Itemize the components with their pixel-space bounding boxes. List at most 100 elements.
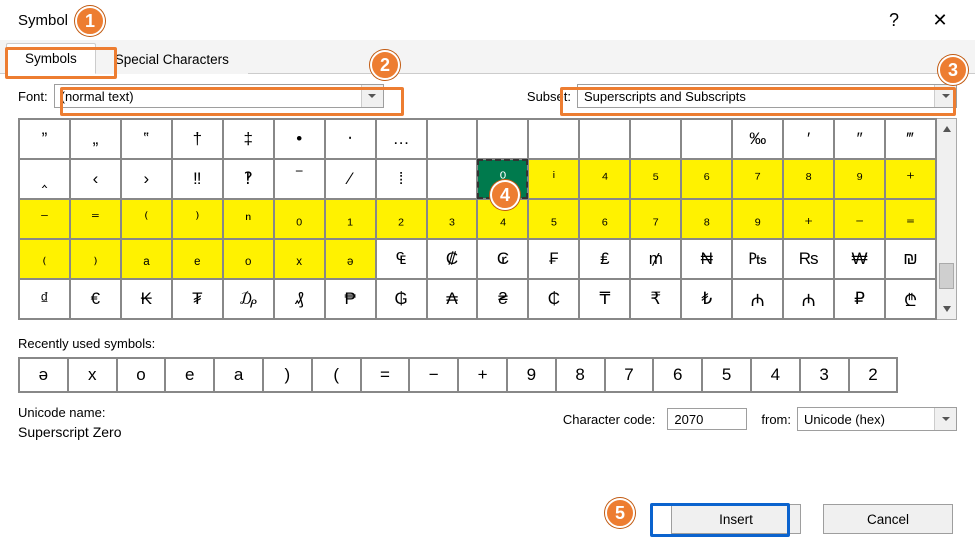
recent-cell[interactable]: 5 [702,358,751,392]
recent-cell[interactable]: e [165,358,214,392]
symbol-cell[interactable]: ₼ [732,279,783,319]
symbol-cell[interactable]: ₅ [528,199,579,239]
symbol-cell[interactable]: ‾ [274,159,325,199]
scroll-track[interactable] [937,139,956,299]
symbol-cell[interactable] [579,119,630,159]
symbol-cell[interactable]: ₂ [376,199,427,239]
font-combo[interactable]: (normal text) [54,84,384,108]
symbol-cell[interactable]: ⁼ [70,199,121,239]
symbol-cell[interactable]: ₍ [19,239,70,279]
symbol-cell[interactable]: ” [19,119,70,159]
symbol-cell[interactable]: ₱ [325,279,376,319]
symbol-cell[interactable]: ‟ [121,119,172,159]
symbol-cell[interactable]: ₌ [885,199,936,239]
recent-cell[interactable]: ə [19,358,68,392]
symbol-cell[interactable] [528,119,579,159]
symbol-cell[interactable]: ‹ [70,159,121,199]
symbol-cell[interactable]: ₔ [325,239,376,279]
symbol-cell[interactable] [477,119,528,159]
recent-grid[interactable]: əxoea)(=−+98765432 [18,357,898,393]
symbol-cell[interactable]: • [274,119,325,159]
char-code-input[interactable]: 2070 [667,408,747,430]
recent-cell[interactable]: 4 [751,358,800,392]
symbol-cell[interactable]: ₺ [681,279,732,319]
symbol-cell[interactable]: ₲ [376,279,427,319]
symbol-cell[interactable]: ₵ [528,279,579,319]
symbol-cell[interactable]: ₧ [732,239,783,279]
symbol-cell[interactable]: ₑ [172,239,223,279]
symbol-cell[interactable]: ‽ [223,159,274,199]
symbol-cell[interactable]: ₩ [834,239,885,279]
symbol-cell[interactable]: ₰ [274,279,325,319]
symbol-cell[interactable]: ₉ [732,199,783,239]
recent-cell[interactable]: − [409,358,458,392]
symbol-cell[interactable]: ⁸ [783,159,834,199]
symbol-cell[interactable]: € [70,279,121,319]
symbol-cell[interactable]: ⁷ [732,159,783,199]
recent-cell[interactable]: 8 [556,358,605,392]
symbol-cell[interactable]: ⁱ [528,159,579,199]
insert-button[interactable]: Insert [671,504,801,534]
symbol-cell[interactable] [427,159,478,199]
recent-cell[interactable]: 6 [653,358,702,392]
symbol-cell[interactable]: † [172,119,223,159]
symbol-cell[interactable]: ‧ [325,119,376,159]
symbol-cell[interactable]: ₼ [783,279,834,319]
recent-cell[interactable]: ( [312,358,361,392]
symbol-grid[interactable]: ”„‟†‡•‧… ‰′″‴‸‹›‼‽‾⁄⁞ ⁰ⁱ⁴⁵⁶⁷⁸⁹⁺⁻⁼⁽⁾ⁿ₀₁₂₃… [18,118,937,320]
recent-cell[interactable]: + [458,358,507,392]
symbol-cell[interactable]: ₊ [783,199,834,239]
symbol-cell[interactable]: ₀ [274,199,325,239]
symbol-cell[interactable]: ₤ [579,239,630,279]
symbol-cell[interactable]: ₐ [121,239,172,279]
symbol-cell[interactable]: ₾ [885,279,936,319]
symbol-cell[interactable]: ₭ [121,279,172,319]
symbol-cell[interactable]: ₣ [528,239,579,279]
symbol-cell[interactable]: ⁹ [834,159,885,199]
symbol-cell[interactable]: ⁺ [885,159,936,199]
symbol-cell[interactable]: ₥ [630,239,681,279]
symbol-cell[interactable]: ₴ [477,279,528,319]
close-button[interactable]: ✕ [917,0,963,40]
recent-cell[interactable]: 2 [849,358,898,392]
symbol-cell[interactable]: ₫ [19,279,70,319]
recent-cell[interactable]: 9 [507,358,556,392]
recent-cell[interactable]: o [117,358,166,392]
symbol-cell[interactable]: ₹ [630,279,681,319]
symbol-cell[interactable]: ‴ [885,119,936,159]
symbol-cell[interactable]: ₳ [427,279,478,319]
help-button[interactable]: ? [871,0,917,40]
from-combo[interactable]: Unicode (hex) [797,407,957,431]
symbol-cell[interactable]: ₽ [834,279,885,319]
scroll-down-icon[interactable] [937,299,956,319]
symbol-cell[interactable]: ₦ [681,239,732,279]
cancel-button[interactable]: Cancel [823,504,953,534]
symbol-cell[interactable]: ⁶ [681,159,732,199]
symbol-cell[interactable]: ⁻ [19,199,70,239]
symbol-cell[interactable]: ⁾ [172,199,223,239]
symbol-cell[interactable]: ₎ [70,239,121,279]
recent-cell[interactable]: = [361,358,410,392]
symbol-cell[interactable]: ‰ [732,119,783,159]
symbol-cell[interactable] [681,119,732,159]
symbol-cell[interactable]: ₓ [274,239,325,279]
symbol-cell[interactable]: ₯ [223,279,274,319]
symbol-cell[interactable]: ⁄ [325,159,376,199]
symbol-cell[interactable]: ⁞ [376,159,427,199]
symbol-cell[interactable]: ₋ [834,199,885,239]
recent-cell[interactable]: a [214,358,263,392]
symbol-cell[interactable]: ⁴ [579,159,630,199]
recent-cell[interactable]: 7 [605,358,654,392]
recent-cell[interactable]: x [68,358,117,392]
symbol-cell[interactable]: … [376,119,427,159]
symbol-cell[interactable]: ‸ [19,159,70,199]
scroll-thumb[interactable] [939,263,954,289]
symbol-cell[interactable]: ₠ [376,239,427,279]
symbol-cell[interactable]: › [121,159,172,199]
subset-combo[interactable]: Superscripts and Subscripts [577,84,957,108]
symbol-cell[interactable]: ₨ [783,239,834,279]
symbol-cell[interactable]: ₸ [579,279,630,319]
symbol-cell[interactable]: ₆ [579,199,630,239]
symbol-cell[interactable]: ₃ [427,199,478,239]
symbol-cell[interactable]: ₒ [223,239,274,279]
